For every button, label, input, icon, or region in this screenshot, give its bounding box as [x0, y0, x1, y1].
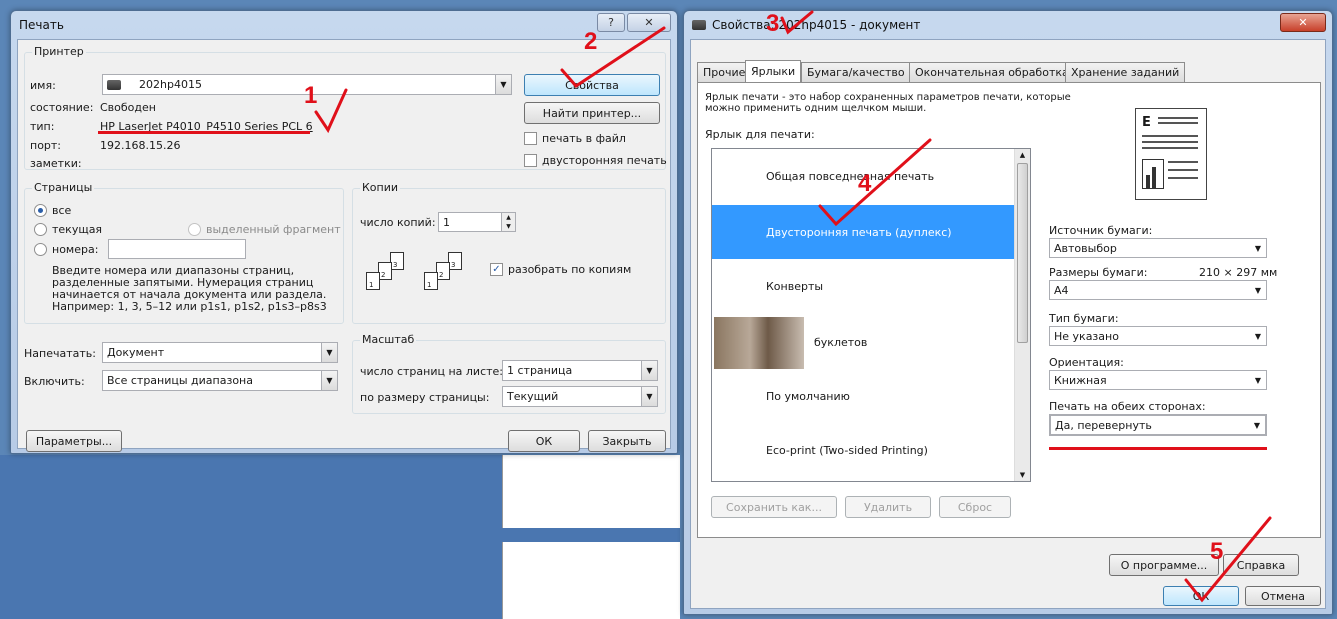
annotation-number-3: 3 [766, 10, 780, 37]
annotation-number-4: 4 [858, 170, 872, 197]
check-mark-2 [560, 26, 666, 88]
annotation-number-2: 2 [584, 28, 598, 55]
annotation-number-1: 1 [304, 82, 318, 109]
check-mark-4 [818, 138, 932, 227]
check-mark-3 [780, 10, 814, 35]
check-mark-1 [314, 88, 348, 134]
annotation-marks [314, 10, 1272, 603]
annotation-number-5: 5 [1210, 538, 1224, 565]
tab-shortcuts[interactable]: Ярлыки [745, 60, 802, 82]
check-mark-5 [1184, 516, 1272, 603]
